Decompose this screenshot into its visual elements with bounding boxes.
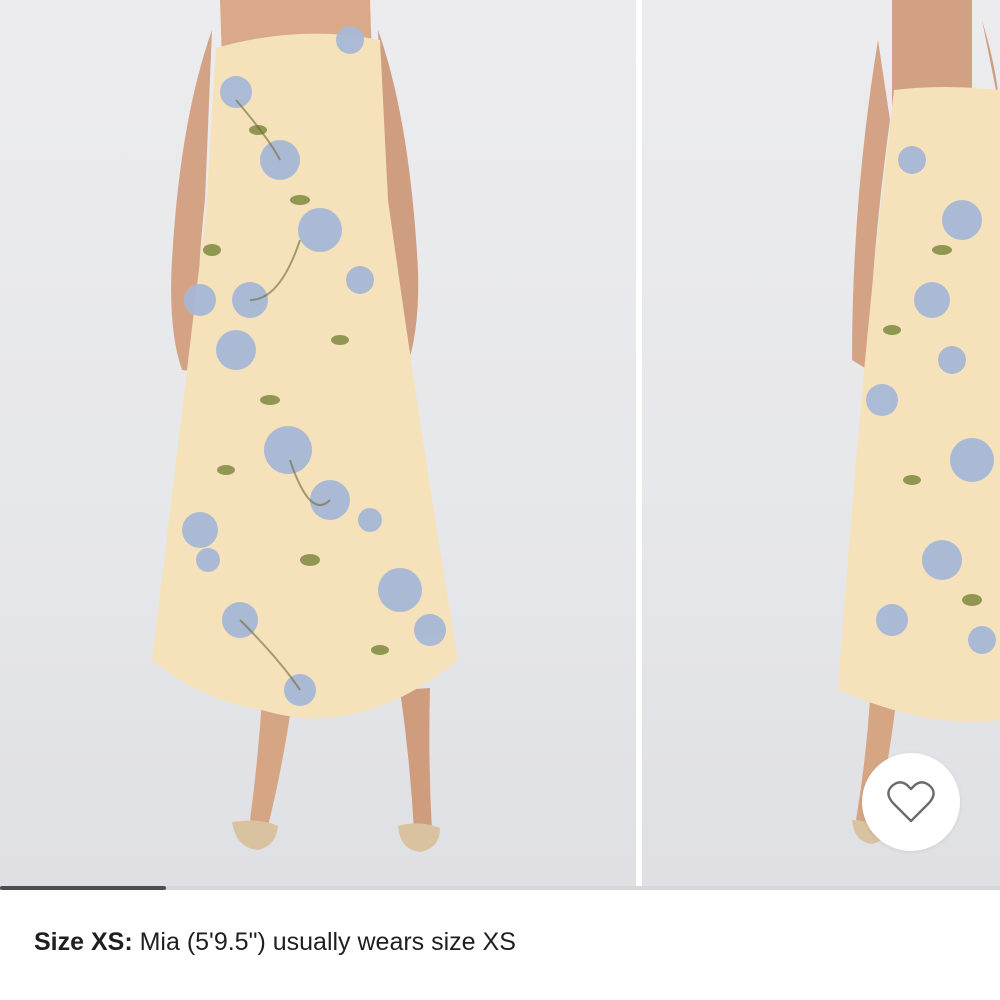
product-photo-front[interactable]	[0, 0, 636, 890]
product-photo-back[interactable]	[642, 0, 1000, 890]
heart-outline-icon	[887, 781, 935, 823]
gallery-scroll-thumb[interactable]	[0, 886, 166, 890]
gallery-scroll-track[interactable]	[0, 886, 1000, 890]
size-label: Size XS:	[34, 928, 133, 956]
add-to-wishlist-button[interactable]	[862, 753, 960, 851]
model-size-info: Size XS: Mia (5'9.5") usually wears size…	[34, 928, 516, 957]
model-back-illustration	[838, 0, 1000, 844]
product-image-gallery[interactable]	[0, 0, 1000, 890]
model-front-illustration	[152, 0, 458, 852]
size-description: Mia (5'9.5") usually wears size XS	[132, 928, 516, 956]
